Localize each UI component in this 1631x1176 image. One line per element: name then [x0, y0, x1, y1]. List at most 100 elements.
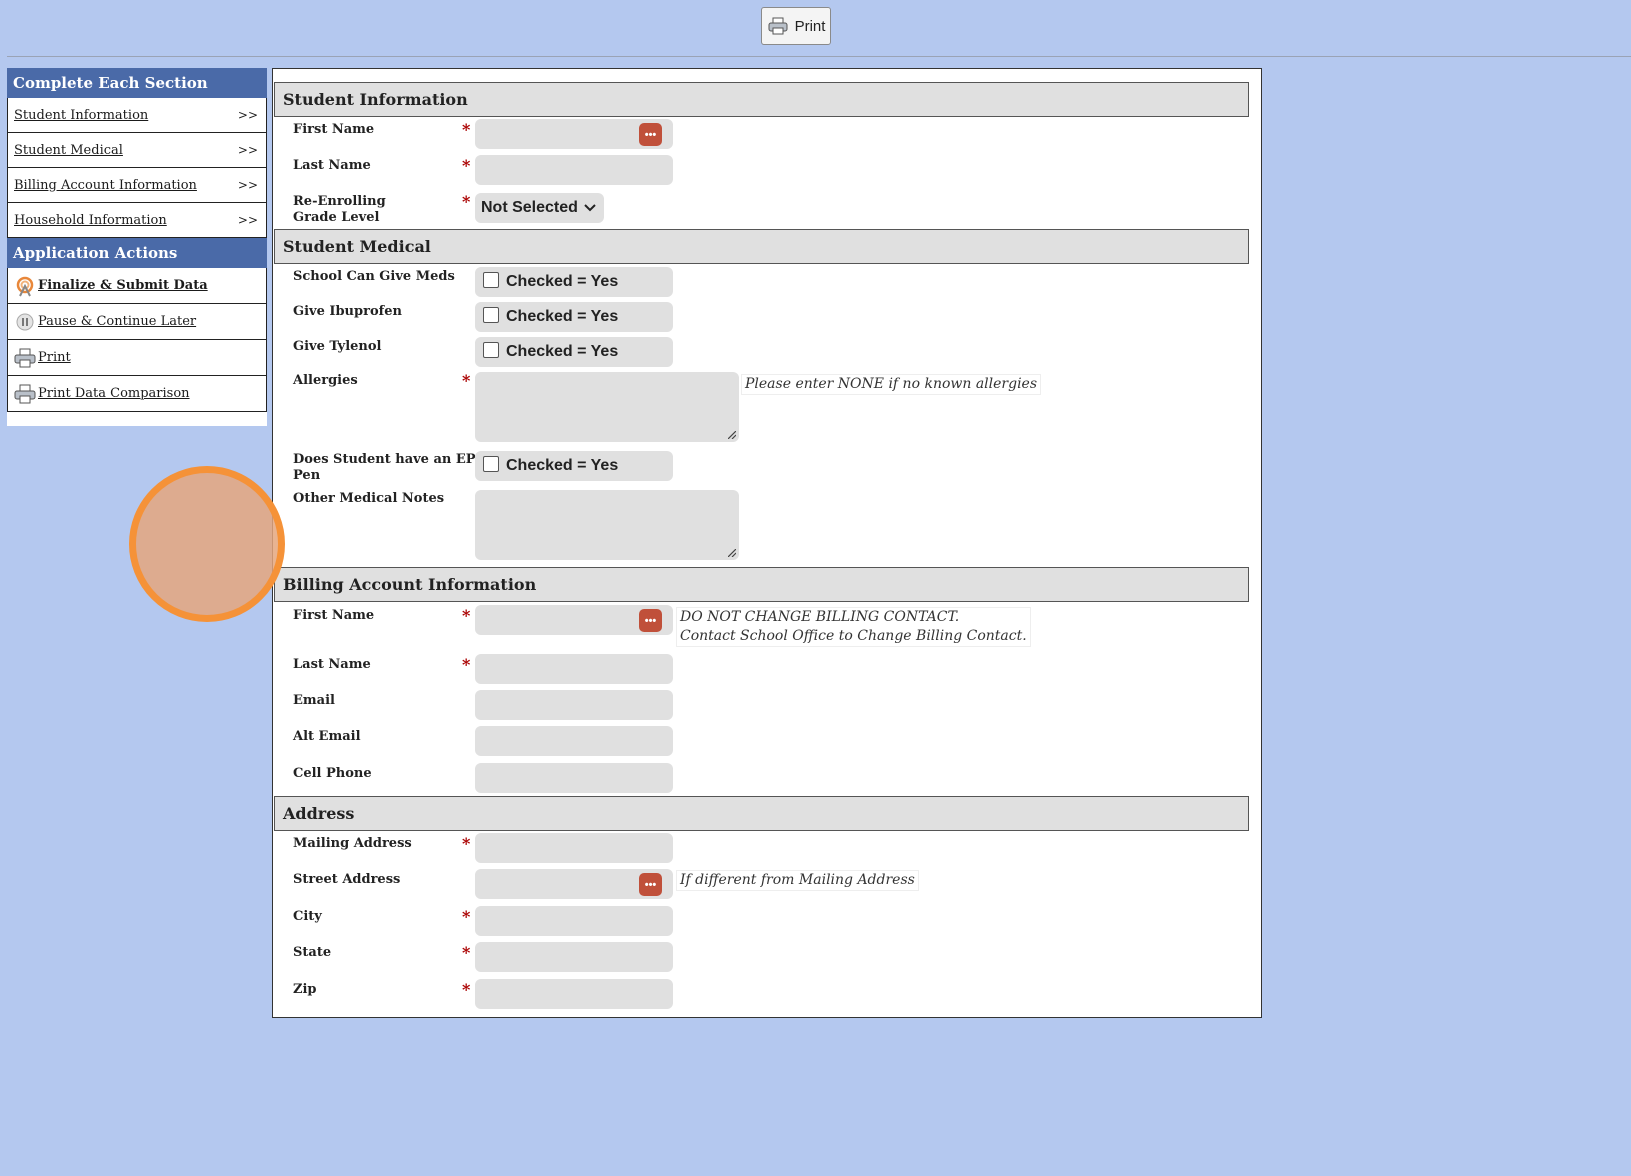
required-marker: *: [462, 834, 471, 853]
give-tylenol-checkbox[interactable]: Checked = Yes: [475, 337, 673, 367]
chevron-down-icon: [584, 199, 596, 217]
mailing-address-input[interactable]: [475, 833, 673, 863]
section-header-student-medical: Student Medical: [274, 229, 1249, 264]
required-marker: *: [462, 655, 471, 674]
sidebar-item-label: Billing Account Information: [14, 177, 197, 193]
billing-first-name-label: First Name: [293, 608, 375, 623]
print-button-label: Print: [794, 17, 826, 35]
sidebar-item-label: Student Information: [14, 107, 149, 123]
pause-continue-label: Pause & Continue Later: [38, 314, 197, 329]
zip-label: Zip: [293, 982, 317, 997]
printer-icon: [14, 383, 36, 405]
resize-grip-icon[interactable]: [728, 549, 736, 557]
required-marker: *: [462, 606, 471, 625]
give-meds-checkbox[interactable]: Checked = Yes: [475, 267, 673, 297]
epi-pen-label-line1: Does Student have an EPI: [293, 452, 482, 467]
chevron-right-icon: >>: [237, 108, 258, 122]
chevron-right-icon: >>: [237, 213, 258, 227]
grade-level-value: Not Selected: [481, 199, 578, 216]
more-options-icon[interactable]: •••: [639, 123, 662, 146]
sidebar-item-household-information[interactable]: Household Information >>: [7, 203, 267, 238]
allergies-textarea[interactable]: [475, 372, 739, 442]
print-data-comparison-link[interactable]: Print Data Comparison: [7, 376, 267, 412]
billing-last-name-label: Last Name: [293, 657, 371, 672]
sidebar-item-label: Student Medical: [14, 142, 123, 158]
street-address-note: If different from Mailing Address: [676, 870, 919, 891]
sidebar-item-student-information[interactable]: Student Information >>: [7, 98, 267, 133]
checkbox-label: Checked = Yes: [506, 308, 619, 325]
checkbox-box[interactable]: [483, 307, 499, 323]
give-ibuprofen-checkbox[interactable]: Checked = Yes: [475, 302, 673, 332]
give-ibuprofen-label: Give Ibuprofen: [293, 304, 402, 319]
header-divider: [7, 56, 1631, 57]
finalize-submit-link[interactable]: Finalize & Submit Data: [7, 268, 267, 304]
alt-email-input[interactable]: [475, 726, 673, 756]
print-link[interactable]: Print: [7, 340, 267, 376]
billing-contact-note-line2: Contact School Office to Change Billing …: [680, 628, 1027, 644]
give-tylenol-label: Give Tylenol: [293, 339, 382, 354]
required-marker: *: [462, 156, 471, 175]
cell-phone-input[interactable]: [475, 763, 673, 793]
state-input[interactable]: [475, 942, 673, 972]
city-input[interactable]: [475, 906, 673, 936]
first-name-label: First Name: [293, 122, 375, 137]
street-address-label: Street Address: [293, 872, 401, 887]
print-link-label: Print: [38, 350, 71, 365]
billing-contact-note-line1: DO NOT CHANGE BILLING CONTACT.: [680, 609, 960, 625]
required-marker: *: [462, 907, 471, 926]
other-medical-notes-textarea[interactable]: [475, 490, 739, 560]
checkbox-label: Checked = Yes: [506, 273, 619, 290]
checkbox-label: Checked = Yes: [506, 343, 619, 360]
required-marker: *: [462, 980, 471, 999]
other-medical-notes-label: Other Medical Notes: [293, 491, 445, 506]
required-marker: *: [462, 120, 471, 139]
chevron-right-icon: >>: [237, 143, 258, 157]
billing-last-name-input[interactable]: [475, 654, 673, 684]
student-last-name-input[interactable]: [475, 155, 673, 185]
email-input[interactable]: [475, 690, 673, 720]
actions-header: Application Actions: [7, 238, 267, 268]
more-options-icon[interactable]: •••: [639, 609, 662, 632]
resize-grip-icon[interactable]: [728, 431, 736, 439]
alt-email-label: Alt Email: [293, 729, 361, 744]
section-header-billing-account: Billing Account Information: [274, 567, 1249, 602]
checkbox-box[interactable]: [483, 456, 499, 472]
grade-level-label-line2: Grade Level: [293, 210, 380, 225]
state-label: State: [293, 945, 332, 960]
more-options-icon[interactable]: •••: [639, 873, 662, 896]
chevron-right-icon: >>: [237, 178, 258, 192]
required-marker: *: [462, 943, 471, 962]
grade-level-label-line1: Re-Enrolling: [293, 194, 386, 209]
required-marker: *: [462, 192, 471, 211]
epi-pen-checkbox[interactable]: Checked = Yes: [475, 451, 673, 481]
grade-level-select[interactable]: Not Selected: [475, 193, 604, 223]
print-button[interactable]: Print: [761, 7, 831, 45]
application-form: Student Information First Name * ••• Las…: [272, 68, 1262, 1018]
zip-input[interactable]: [475, 979, 673, 1009]
grade-level-label: Re-Enrolling Grade Level: [293, 194, 386, 226]
required-marker: *: [462, 371, 471, 390]
sidebar-item-billing-account[interactable]: Billing Account Information >>: [7, 168, 267, 203]
epi-pen-label-line2: Pen: [293, 468, 321, 483]
sidebar-item-student-medical[interactable]: Student Medical >>: [7, 133, 267, 168]
billing-contact-note: DO NOT CHANGE BILLING CONTACT. Contact S…: [676, 607, 1031, 647]
cursor-highlight: [129, 466, 285, 622]
printer-icon: [14, 347, 36, 369]
epi-pen-label: Does Student have an EPI Pen: [293, 452, 482, 484]
checkbox-box[interactable]: [483, 272, 499, 288]
sidebar-item-label: Household Information: [14, 212, 167, 228]
section-header-student-information: Student Information: [274, 82, 1249, 117]
pause-continue-link[interactable]: Pause & Continue Later: [7, 304, 267, 340]
last-name-label: Last Name: [293, 158, 371, 173]
section-header-address: Address: [274, 796, 1249, 831]
checkbox-box[interactable]: [483, 342, 499, 358]
allergies-label: Allergies: [293, 373, 358, 388]
sections-header: Complete Each Section: [7, 68, 267, 98]
cell-phone-label: Cell Phone: [293, 766, 372, 781]
allergies-note: Please enter NONE if no known allergies: [741, 374, 1042, 395]
print-data-comparison-label: Print Data Comparison: [38, 386, 190, 401]
city-label: City: [293, 909, 322, 924]
printer-icon: [767, 15, 789, 37]
finalize-icon: [14, 275, 36, 297]
mailing-address-label: Mailing Address: [293, 836, 412, 851]
